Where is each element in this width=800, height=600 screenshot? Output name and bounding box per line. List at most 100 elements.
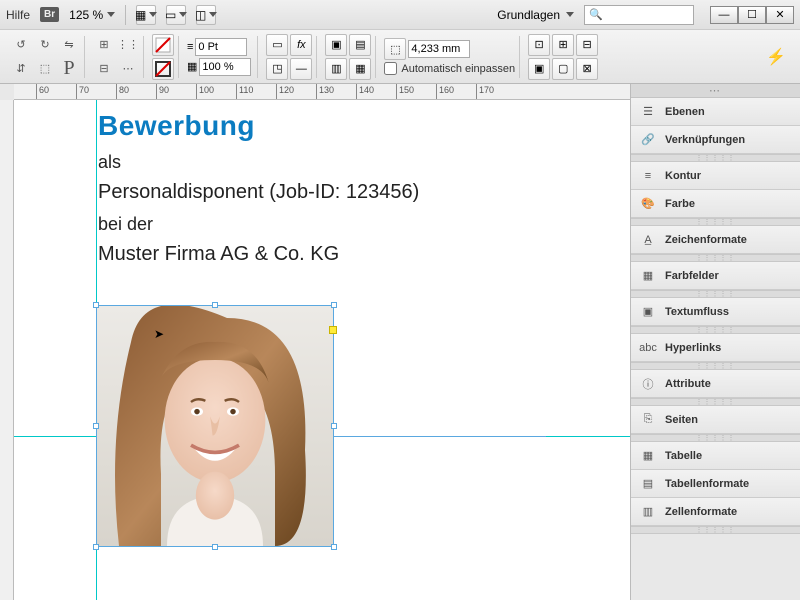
doc-as: als xyxy=(98,152,419,173)
vertical-ruler xyxy=(0,100,14,600)
control-toolbar: ↺ ↻ ⇋ ⇵ ⬚ P ⊞ ⋮⋮ ⊟ ⋯ xyxy=(0,30,800,84)
align-tool-icon[interactable]: ⊞ xyxy=(93,34,115,56)
menubar: Hilfe Br 125 % ▦ ▭ ◫ Grundlagen 🔍 — ☐ ✕ xyxy=(0,0,800,30)
workspace-switcher[interactable]: Grundlagen xyxy=(497,8,574,22)
scale-input[interactable] xyxy=(199,58,251,76)
align-tool2-icon[interactable]: ⊟ xyxy=(93,58,115,80)
panel-grip[interactable] xyxy=(631,326,800,334)
panel-seiten[interactable]: ⎘Seiten xyxy=(631,406,800,434)
menu-help[interactable]: Hilfe xyxy=(6,8,30,22)
textwrap-icon: ▣ xyxy=(639,303,657,321)
rotate-cw-icon[interactable]: ↻ xyxy=(34,34,56,56)
resize-handle[interactable] xyxy=(93,423,99,429)
doc-position: Personaldisponent (Job-ID: 123456) xyxy=(98,181,419,204)
panel-zellenformate[interactable]: ▥Zellenformate xyxy=(631,498,800,526)
select-content-icon[interactable]: ⬚ xyxy=(34,58,56,80)
document-canvas[interactable]: Bewerbung als Personaldisponent (Job-ID:… xyxy=(14,100,630,600)
table-icon: ▦ xyxy=(639,447,657,465)
resize-handle[interactable] xyxy=(93,302,99,308)
minimize-button[interactable]: — xyxy=(710,6,738,24)
textwrap-skip-icon[interactable]: ▦ xyxy=(349,58,371,80)
close-button[interactable]: ✕ xyxy=(766,6,794,24)
search-input[interactable]: 🔍 xyxy=(584,5,694,25)
panel-tabellenformate[interactable]: ▤Tabellenformate xyxy=(631,470,800,498)
zoom-control[interactable]: 125 % xyxy=(69,8,115,22)
resize-handle[interactable] xyxy=(93,544,99,550)
doc-company: Muster Firma AG & Co. KG xyxy=(98,243,419,266)
fill-frame-icon[interactable]: ▣ xyxy=(528,58,550,80)
panel-hyperlinks[interactable]: abcHyperlinks xyxy=(631,334,800,362)
scale-icon: ▦ xyxy=(187,60,197,73)
portrait-photo xyxy=(97,306,333,546)
text-thread-line xyxy=(326,436,546,437)
panel-verknuepfungen[interactable]: 🔗Verknüpfungen xyxy=(631,126,800,154)
search-icon: 🔍 xyxy=(589,8,603,21)
distribute2-icon[interactable]: ⋯ xyxy=(117,58,139,80)
autofit-check[interactable] xyxy=(384,62,397,75)
fit-frame-icon[interactable]: ⊞ xyxy=(552,34,574,56)
panel-kontur[interactable]: ≡Kontur xyxy=(631,162,800,190)
p-icon[interactable]: P xyxy=(58,58,80,80)
live-corner-handle[interactable] xyxy=(329,326,337,334)
textwrap-around-icon[interactable]: ▤ xyxy=(349,34,371,56)
arrange-button[interactable]: ◫ xyxy=(196,5,216,25)
center-content-icon[interactable]: ⊟ xyxy=(576,34,598,56)
text-frame[interactable]: Bewerbung als Personaldisponent (Job-ID:… xyxy=(98,110,419,266)
quick-apply-icon[interactable]: ⚡ xyxy=(766,47,794,67)
panel-tabelle[interactable]: ▦Tabelle xyxy=(631,442,800,470)
fill-swatch[interactable] xyxy=(152,34,174,56)
fit-prop-icon[interactable]: ▢ xyxy=(552,58,574,80)
corner-options-button[interactable]: ◳ xyxy=(266,58,288,80)
panel-farbe[interactable]: 🎨Farbe xyxy=(631,190,800,218)
panel-farbfelder[interactable]: ▦Farbfelder xyxy=(631,262,800,290)
zoom-value: 125 % xyxy=(69,8,103,22)
panel-attribute[interactable]: ⓘAttribute xyxy=(631,370,800,398)
maximize-button[interactable]: ☐ xyxy=(738,6,766,24)
panel-grip[interactable] xyxy=(631,218,800,226)
panel-zeichenformate[interactable]: A̲Zeichenformate xyxy=(631,226,800,254)
panel-collapse-grip[interactable] xyxy=(631,84,800,98)
stroke-weight-input[interactable] xyxy=(195,38,247,56)
swatches-icon: ▦ xyxy=(639,267,657,285)
frame-fitting-icon[interactable]: ⬚ xyxy=(384,38,406,60)
resize-handle[interactable] xyxy=(212,544,218,550)
autofit-checkbox[interactable]: Automatisch einpassen xyxy=(384,62,515,75)
panel-grip[interactable] xyxy=(631,254,800,262)
fx-button[interactable]: fx xyxy=(290,34,312,56)
panel-grip[interactable] xyxy=(631,526,800,534)
flip-h-icon[interactable]: ⇋ xyxy=(58,34,80,56)
view-options-button[interactable]: ▦ xyxy=(136,5,156,25)
textwrap-jump-icon[interactable]: ▥ xyxy=(325,58,347,80)
textwrap-none-icon[interactable]: ▣ xyxy=(325,34,347,56)
clear-fit-icon[interactable]: ⊠ xyxy=(576,58,598,80)
resize-handle[interactable] xyxy=(331,423,337,429)
panel-grip[interactable] xyxy=(631,362,800,370)
distribute-icon[interactable]: ⋮⋮ xyxy=(117,34,139,56)
flip-v-icon[interactable]: ⇵ xyxy=(10,58,32,80)
panel-textumfluss[interactable]: ▣Textumfluss xyxy=(631,298,800,326)
panel-grip[interactable] xyxy=(631,290,800,298)
effects-button[interactable]: ▭ xyxy=(266,34,288,56)
panel-grip[interactable] xyxy=(631,434,800,442)
panel-dock: ☰Ebenen 🔗Verknüpfungen ≡Kontur 🎨Farbe A̲… xyxy=(630,84,800,600)
horizontal-ruler: 60 70 80 90 100 110 120 130 140 150 160 … xyxy=(14,84,630,100)
resize-handle[interactable] xyxy=(331,544,337,550)
screen-mode-button[interactable]: ▭ xyxy=(166,5,186,25)
bridge-button[interactable]: Br xyxy=(40,7,59,22)
rotate-ccw-icon[interactable]: ↺ xyxy=(10,34,32,56)
links-icon: 🔗 xyxy=(639,131,657,149)
frame-width-input[interactable] xyxy=(408,40,470,58)
stroke-swatch[interactable] xyxy=(152,58,174,80)
pages-icon: ⎘ xyxy=(639,411,657,429)
workspace-label: Grundlagen xyxy=(497,8,560,22)
resize-handle[interactable] xyxy=(331,302,337,308)
panel-ebenen[interactable]: ☰Ebenen xyxy=(631,98,800,126)
hyperlinks-icon: abc xyxy=(639,339,657,357)
image-frame-selected[interactable] xyxy=(96,305,334,547)
resize-handle[interactable] xyxy=(212,302,218,308)
drop-button[interactable]: — xyxy=(290,58,312,80)
panel-grip[interactable] xyxy=(631,154,800,162)
panel-grip[interactable] xyxy=(631,398,800,406)
fit-content-icon[interactable]: ⊡ xyxy=(528,34,550,56)
attributes-icon: ⓘ xyxy=(639,375,657,393)
